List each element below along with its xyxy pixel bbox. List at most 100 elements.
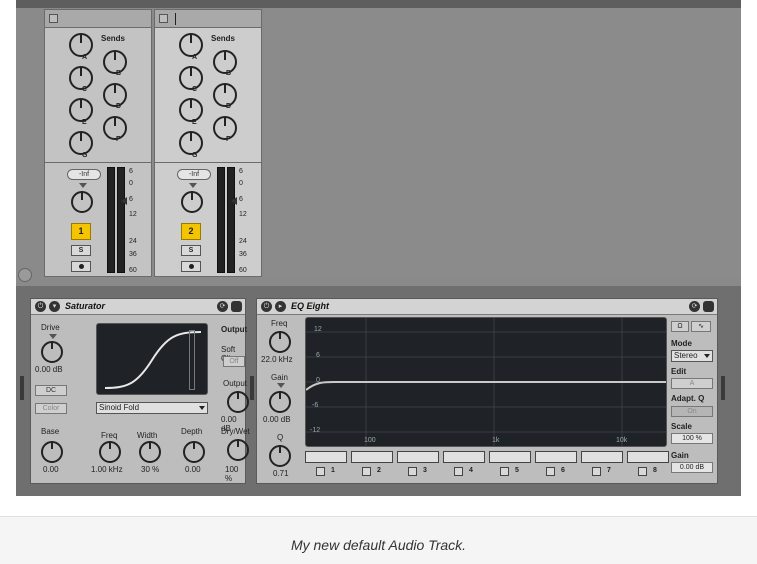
eq-freq-label: Freq bbox=[271, 319, 288, 328]
mode-label: Mode bbox=[671, 339, 692, 348]
volume-fader-arrow[interactable] bbox=[121, 197, 127, 205]
band-filter-type-button[interactable] bbox=[351, 451, 393, 463]
track-header[interactable] bbox=[155, 10, 261, 28]
screenshot-frame: Sends A B C D E F G -Inf 1 S 6 0 6 12 24… bbox=[16, 0, 741, 496]
send-g-knob[interactable] bbox=[69, 131, 93, 155]
meter-scale-label: 36 bbox=[239, 251, 247, 258]
track-activator-button[interactable]: 1 bbox=[71, 223, 91, 240]
output-knob[interactable] bbox=[227, 391, 249, 413]
send-a-knob[interactable] bbox=[179, 33, 203, 57]
send-b-knob[interactable] bbox=[103, 50, 127, 74]
send-d-knob[interactable] bbox=[213, 83, 237, 107]
width-knob[interactable] bbox=[139, 441, 161, 463]
band-filter-type-button[interactable] bbox=[627, 451, 669, 463]
drywet-value[interactable]: 100 % bbox=[225, 465, 245, 483]
band-filter-type-button[interactable] bbox=[443, 451, 485, 463]
freq-knob[interactable] bbox=[99, 441, 121, 463]
db-tick-label: 6 bbox=[316, 352, 320, 359]
device-chain-handle-right[interactable] bbox=[721, 376, 725, 400]
meter-scale-label: 12 bbox=[129, 211, 137, 218]
send-e-knob[interactable] bbox=[179, 98, 203, 122]
arm-button[interactable] bbox=[71, 261, 91, 272]
device-fold-icon[interactable]: ▸ bbox=[275, 301, 286, 312]
edit-button[interactable]: A bbox=[671, 378, 713, 389]
spectrum-toggle-icon[interactable]: ∿ bbox=[691, 321, 711, 332]
pan-knob[interactable] bbox=[181, 191, 203, 213]
track-header[interactable] bbox=[45, 10, 151, 28]
drywet-knob[interactable] bbox=[227, 439, 249, 461]
band-enable-checkbox[interactable] bbox=[454, 467, 463, 476]
track-color-square[interactable] bbox=[159, 14, 168, 23]
freq-tick-label: 100 bbox=[364, 437, 376, 444]
depth-value[interactable]: 0.00 bbox=[185, 465, 201, 474]
send-d-knob[interactable] bbox=[103, 83, 127, 107]
soft-clip-button[interactable]: Off bbox=[223, 356, 245, 367]
band-enable-checkbox[interactable] bbox=[408, 467, 417, 476]
band-filter-type-button[interactable] bbox=[305, 451, 347, 463]
volume-fader-arrow[interactable] bbox=[231, 197, 237, 205]
waveshape-dropdown[interactable]: Sinoid Fold bbox=[96, 402, 208, 414]
send-a-knob[interactable] bbox=[69, 33, 93, 57]
mixer-toggle-icon[interactable] bbox=[18, 268, 32, 282]
base-value[interactable]: 0.00 bbox=[43, 465, 59, 474]
freq-tick-label: 10k bbox=[616, 437, 628, 444]
send-c-knob[interactable] bbox=[179, 66, 203, 90]
eq-gain-knob[interactable] bbox=[269, 391, 291, 413]
device-power-icon[interactable]: ⏻ bbox=[35, 301, 46, 312]
track-color-square[interactable] bbox=[49, 14, 58, 23]
solo-button[interactable]: S bbox=[71, 245, 91, 256]
save-preset-icon[interactable] bbox=[231, 301, 242, 312]
eq-spectrum-display[interactable]: 12 6 0 -6 -12 100 1k 10k bbox=[305, 317, 667, 447]
device-fold-icon[interactable]: ▾ bbox=[49, 301, 60, 312]
eq-gain-indicator bbox=[277, 383, 285, 388]
band-filter-type-button[interactable] bbox=[489, 451, 531, 463]
width-value[interactable]: 30 % bbox=[141, 465, 159, 474]
track-activator-button[interactable]: 2 bbox=[181, 223, 201, 240]
send-f-knob[interactable] bbox=[103, 116, 127, 140]
eq-q-value[interactable]: 0.71 bbox=[273, 469, 289, 478]
adapt-q-button[interactable]: On bbox=[671, 406, 713, 417]
device-chain-handle-left[interactable] bbox=[20, 376, 24, 400]
color-button[interactable]: Color bbox=[35, 403, 67, 414]
hot-swap-icon[interactable]: ⟳ bbox=[689, 301, 700, 312]
hot-swap-icon[interactable]: ⟳ bbox=[217, 301, 228, 312]
band-filter-type-button[interactable] bbox=[397, 451, 439, 463]
band-filter-type-button[interactable] bbox=[581, 451, 623, 463]
band-enable-checkbox[interactable] bbox=[362, 467, 371, 476]
depth-knob[interactable] bbox=[183, 441, 205, 463]
eq-q-knob[interactable] bbox=[269, 445, 291, 467]
device-divider-handle[interactable] bbox=[250, 376, 254, 400]
volume-readout[interactable]: -Inf bbox=[67, 169, 101, 180]
output-gain-value[interactable]: 0.00 dB bbox=[671, 462, 713, 473]
eq-freq-knob[interactable] bbox=[269, 331, 291, 353]
drive-knob[interactable] bbox=[41, 341, 63, 363]
send-e-knob[interactable] bbox=[69, 98, 93, 122]
eq-freq-value[interactable]: 22.0 kHz bbox=[261, 355, 293, 364]
band-filter-type-button[interactable] bbox=[535, 451, 577, 463]
scale-value[interactable]: 100 % bbox=[671, 433, 713, 444]
send-b-knob[interactable] bbox=[213, 50, 237, 74]
dc-button[interactable]: DC bbox=[35, 385, 67, 396]
band-enable-checkbox[interactable] bbox=[546, 467, 555, 476]
save-preset-icon[interactable] bbox=[703, 301, 714, 312]
send-g-knob[interactable] bbox=[179, 131, 203, 155]
solo-button[interactable]: S bbox=[181, 245, 201, 256]
band-enable-checkbox[interactable] bbox=[500, 467, 509, 476]
send-f-knob[interactable] bbox=[213, 116, 237, 140]
send-letter-f: F bbox=[116, 136, 121, 143]
send-c-knob[interactable] bbox=[69, 66, 93, 90]
arm-button[interactable] bbox=[181, 261, 201, 272]
freq-value[interactable]: 1.00 kHz bbox=[91, 465, 123, 474]
mode-dropdown[interactable]: Stereo bbox=[671, 350, 713, 362]
band-enable-checkbox[interactable] bbox=[316, 467, 325, 476]
band-enable-checkbox[interactable] bbox=[638, 467, 647, 476]
chevron-down-icon bbox=[704, 354, 710, 358]
headphone-audition-icon[interactable]: Ω bbox=[671, 321, 689, 332]
base-knob[interactable] bbox=[41, 441, 63, 463]
drive-value[interactable]: 0.00 dB bbox=[35, 365, 63, 374]
device-power-icon[interactable]: ⏻ bbox=[261, 301, 272, 312]
pan-knob[interactable] bbox=[71, 191, 93, 213]
eq-gain-value[interactable]: 0.00 dB bbox=[263, 415, 291, 424]
volume-readout[interactable]: -Inf bbox=[177, 169, 211, 180]
band-enable-checkbox[interactable] bbox=[592, 467, 601, 476]
